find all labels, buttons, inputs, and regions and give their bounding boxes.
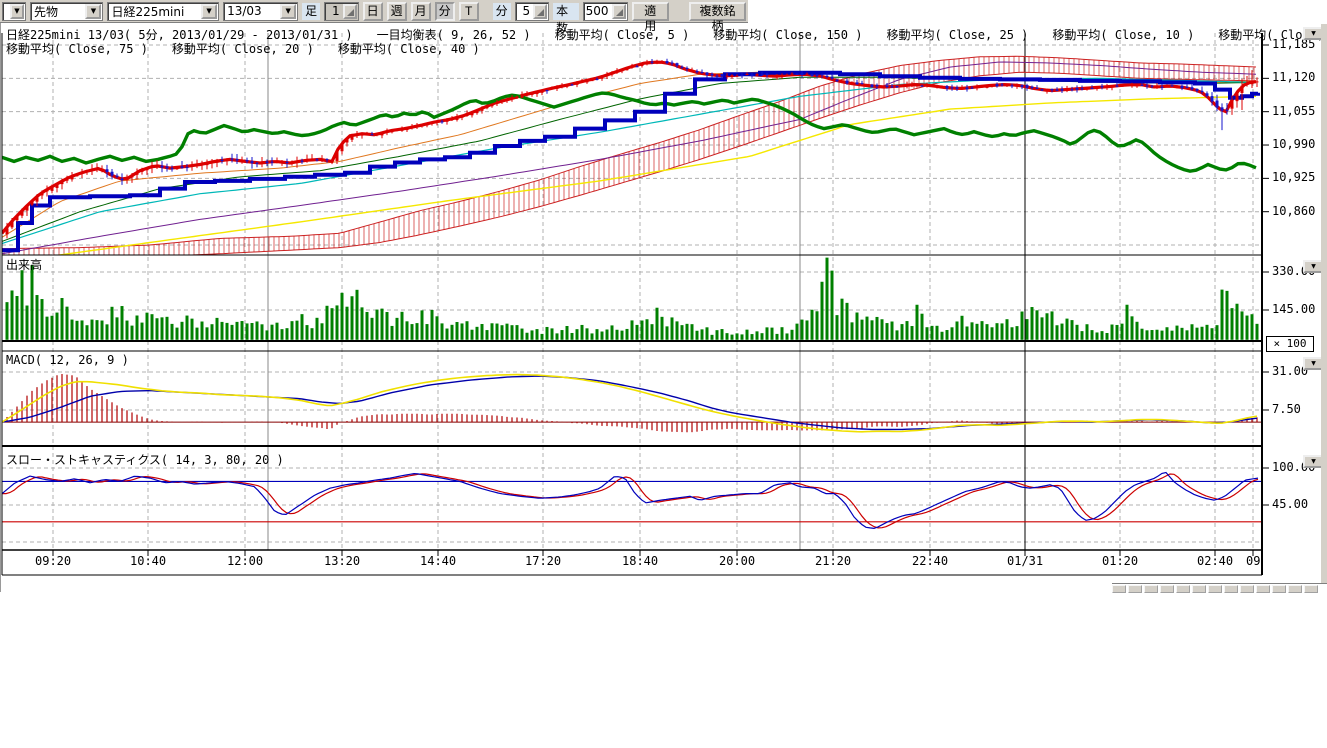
price-axis-tick-label: 11,055 <box>1272 104 1315 118</box>
symbol-select[interactable]: 日経225mini ▼ <box>107 2 219 21</box>
ma5-red-thick <box>2 62 1256 233</box>
bar-type-label: 足 <box>302 3 320 20</box>
chevron-down-icon[interactable]: ▼ <box>280 4 296 19</box>
minute-stepper[interactable]: 5 <box>515 2 549 21</box>
price-axis-tick-label: 10,925 <box>1272 170 1315 184</box>
price-axis-tick-label: 10,860 <box>1272 204 1315 218</box>
price-panel <box>2 56 1258 263</box>
spin-button[interactable] <box>533 4 547 19</box>
bottom-mini-toolbar <box>1112 583 1327 593</box>
mini-toolbar-button[interactable] <box>1112 585 1126 593</box>
macd-line <box>2 375 1257 432</box>
time-axis-tick-label: 12:00 <box>227 554 263 568</box>
bar-count-label: 本数 <box>553 3 579 20</box>
mini-toolbar-button[interactable] <box>1272 585 1286 593</box>
contract-select-value: 13/03 <box>224 4 279 18</box>
legend-entry: 移動平均( Close, 75 ) <box>6 40 148 57</box>
chevron-down-icon[interactable]: ▼ <box>10 4 24 19</box>
legend-entry: 移動平均( Close, 20 ) <box>172 40 314 57</box>
minute-value: 5 <box>516 4 532 18</box>
right-window-strip <box>1321 24 1327 583</box>
time-axis-tick-label: 01:20 <box>1102 554 1138 568</box>
market-select[interactable]: 先物 ▼ <box>30 2 103 21</box>
mini-toolbar-button[interactable] <box>1144 585 1158 593</box>
bar-interval-value: 1 <box>325 4 341 18</box>
price-axis-tick-label: 11,120 <box>1272 70 1315 84</box>
time-axis-tick-label: 10:40 <box>130 554 166 568</box>
legend-entry: 移動平均( Close, 5 ) <box>555 26 690 43</box>
mini-toolbar-button[interactable] <box>1160 585 1174 593</box>
chart-canvas[interactable] <box>0 0 1327 600</box>
legend-entry: 移動平均( Close, 25 ) <box>886 26 1028 43</box>
time-axis-tick-label: 20:00 <box>719 554 755 568</box>
time-axis-tick-label: 17:20 <box>525 554 561 568</box>
mini-toolbar-button[interactable] <box>1256 585 1270 593</box>
main-toolbar: ▼ 先物 ▼ 日経225mini ▼ 13/03 ▼ 足 1 日 週 月 分 T… <box>0 0 748 23</box>
volume-panel <box>6 258 1259 340</box>
chevron-down-icon[interactable]: ▼ <box>85 4 101 19</box>
volume-panel-label: 出来高 <box>6 256 42 273</box>
time-axis-tick-label: 22:40 <box>912 554 948 568</box>
macd-axis-tick-label: 7.50 <box>1272 402 1301 416</box>
mini-combobox[interactable]: ▼ <box>2 2 26 21</box>
stoch-axis-tick-label: 45.00 <box>1272 497 1308 511</box>
gridlines <box>2 33 1262 550</box>
stoch-panel-label: スロー・ストキャスティクス( 14, 3, 80, 20 ) <box>6 451 284 468</box>
left-window-edge <box>0 0 1 592</box>
time-axis-tick-label: 13:20 <box>324 554 360 568</box>
time-axis-tick-label: 09 <box>1246 554 1260 568</box>
legend-row-2: 移動平均( Close, 75 ) 移動平均( Close, 20 ) 移動平均( … <box>6 40 480 57</box>
period-tick-button[interactable]: T <box>459 2 479 21</box>
bar-interval-stepper: 1 <box>324 2 358 21</box>
mini-toolbar-button[interactable] <box>1176 585 1190 593</box>
legend-entry: 移動平均( Close, 40 ) <box>338 40 480 57</box>
period-day-button[interactable]: 日 <box>363 2 383 21</box>
time-axis-tick-label: 14:40 <box>420 554 456 568</box>
mini-toolbar-button[interactable] <box>1240 585 1254 593</box>
time-axis-tick-label: 09:20 <box>35 554 71 568</box>
period-week-button[interactable]: 週 <box>387 2 407 21</box>
bar-count-stepper[interactable]: 500 <box>583 2 628 21</box>
period-minute-button[interactable]: 分 <box>435 2 455 21</box>
mini-toolbar-button[interactable] <box>1192 585 1206 593</box>
macd-panel <box>2 374 1262 432</box>
legend-entry: 移動平均( Close, 10 ) <box>1052 26 1194 43</box>
time-axis-tick-label: 21:20 <box>815 554 851 568</box>
chevron-down-icon[interactable]: ▼ <box>201 4 217 19</box>
chart-area[interactable]: 11,18511,12011,05510,99010,92510,860330.… <box>0 0 1327 600</box>
stoch-panel <box>2 473 1262 529</box>
spin-button[interactable] <box>612 4 626 19</box>
volume-multiplier-badge: × 100 <box>1266 336 1314 352</box>
mini-toolbar-button[interactable] <box>1224 585 1238 593</box>
mini-toolbar-button[interactable] <box>1208 585 1222 593</box>
market-select-value: 先物 <box>31 3 84 20</box>
time-axis-tick-label: 18:40 <box>622 554 658 568</box>
bar-count-value: 500 <box>584 4 611 18</box>
period-month-button[interactable]: 月 <box>411 2 431 21</box>
multi-symbol-button[interactable]: 複数銘柄 <box>689 2 746 21</box>
apply-button[interactable]: 適用 <box>632 2 670 21</box>
time-axis-tick-label: 02:40 <box>1197 554 1233 568</box>
spin-button[interactable] <box>343 4 357 19</box>
contract-select[interactable]: 13/03 ▼ <box>223 2 298 21</box>
minute-label: 分 <box>493 3 511 20</box>
mini-toolbar-button[interactable] <box>1288 585 1302 593</box>
mini-toolbar-button[interactable] <box>1304 585 1318 593</box>
volume-axis-tick-label: 145.00 <box>1272 302 1315 316</box>
legend-entry: 移動平均( Close, 150 ) <box>713 26 862 43</box>
symbol-select-value: 日経225mini <box>108 3 200 20</box>
price-axis-tick-label: 10,990 <box>1272 137 1315 151</box>
mini-toolbar-button[interactable] <box>1128 585 1142 593</box>
macd-panel-label: MACD( 12, 26, 9 ) <box>6 353 129 367</box>
time-axis-tick-label: 01/31 <box>1007 554 1043 568</box>
